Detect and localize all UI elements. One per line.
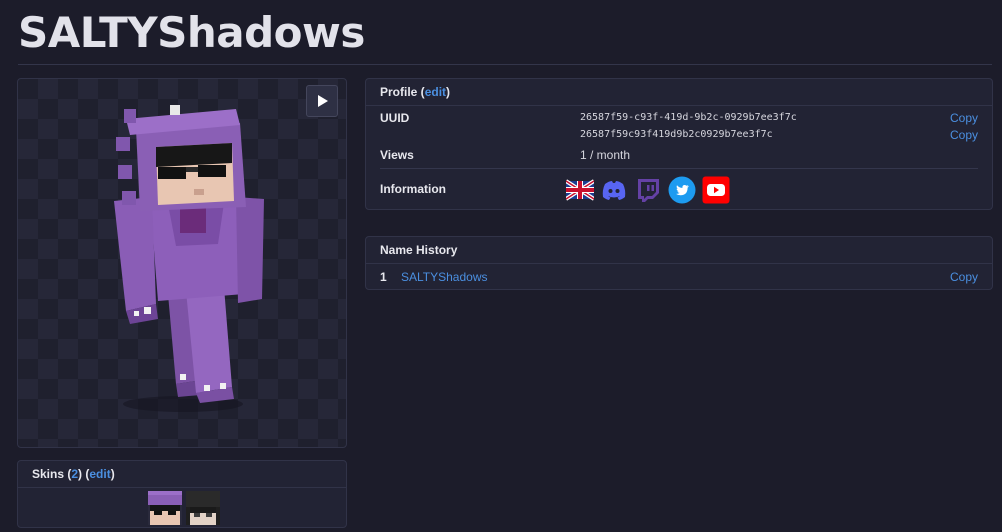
- profile-divider: [380, 168, 978, 169]
- skins-card: Skins (2) (edit): [17, 460, 347, 528]
- profile-card: Profile (edit) UUID 26587f59-c93f-419d-9…: [365, 78, 993, 210]
- title-divider: [18, 64, 992, 65]
- skin-viewer[interactable]: [17, 78, 347, 448]
- skin-render[interactable]: [18, 79, 347, 448]
- information-label: Information: [380, 182, 446, 196]
- skins-header-label: Skins: [32, 467, 65, 481]
- views-row: Views 1 / month: [380, 148, 978, 166]
- profile-header-label: Profile: [380, 85, 418, 99]
- copy-uuid-plain-button[interactable]: Copy: [950, 128, 978, 142]
- youtube-icon[interactable]: [702, 176, 730, 204]
- profile-header: Profile (edit): [366, 79, 992, 106]
- skins-header: Skins (2) (edit): [18, 461, 346, 488]
- twitter-icon[interactable]: [668, 176, 696, 204]
- twitch-icon[interactable]: [634, 176, 662, 204]
- play-animation-button[interactable]: [306, 85, 338, 117]
- views-label: Views: [380, 148, 414, 162]
- name-history-header: Name History: [366, 237, 992, 264]
- profile-edit-link[interactable]: edit: [425, 85, 446, 99]
- social-links: [566, 176, 730, 204]
- discord-icon[interactable]: [600, 176, 628, 204]
- page-title: SALTYShadows: [18, 8, 365, 57]
- skins-edit-link[interactable]: edit: [89, 467, 110, 481]
- name-history-card: Name History 1 SALTYShadows Copy: [365, 236, 993, 290]
- name-history-name-link[interactable]: SALTYShadows: [401, 270, 488, 284]
- copy-uuid-dashed-button[interactable]: Copy: [950, 111, 978, 125]
- skin-thumbnail-purple[interactable]: [148, 491, 182, 525]
- skin-thumbnails: [148, 491, 220, 525]
- views-value: 1 / month: [580, 148, 631, 162]
- copy-name-button[interactable]: Copy: [950, 270, 978, 284]
- skin-thumbnail-dark[interactable]: [186, 491, 220, 525]
- uuid-row: UUID 26587f59-c93f-419d-9b2c-0929b7ee3f7…: [380, 111, 978, 147]
- uuid-label: UUID: [380, 111, 410, 125]
- play-icon: [318, 95, 328, 107]
- name-history-index: 1: [380, 270, 387, 284]
- uuid-dashed: 26587f59-c93f-419d-9b2c-0929b7ee3f7c: [580, 112, 797, 123]
- uuid-plain: 26587f59c93f419d9b2c0929b7ee3f7c: [580, 129, 773, 140]
- uk-flag-icon[interactable]: [566, 176, 594, 204]
- skins-count-link[interactable]: 2: [71, 467, 78, 481]
